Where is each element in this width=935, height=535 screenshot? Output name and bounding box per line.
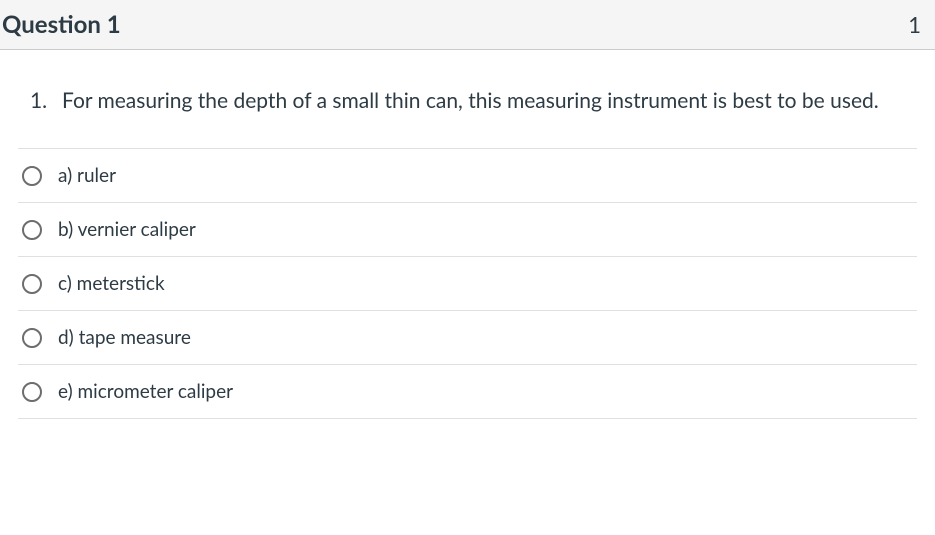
question-title: Question 1: [2, 10, 121, 39]
question-stem: 1. For measuring the depth of a small th…: [18, 86, 917, 116]
question-header: Question 1 1: [0, 0, 935, 50]
question-stem-number: 1.: [30, 86, 56, 116]
answer-label: e) micrometer caliper: [58, 380, 233, 403]
radio-icon[interactable]: [22, 328, 42, 348]
answer-label: c) meterstick: [58, 272, 165, 295]
answer-option-d[interactable]: d) tape measure: [18, 310, 917, 364]
answer-option-c[interactable]: c) meterstick: [18, 256, 917, 310]
answer-label: a) ruler: [58, 164, 116, 187]
question-body: 1. For measuring the depth of a small th…: [0, 50, 935, 419]
radio-icon[interactable]: [22, 274, 42, 294]
question-points: 1: [908, 11, 921, 38]
answer-option-b[interactable]: b) vernier caliper: [18, 202, 917, 256]
question-stem-text: For measuring the depth of a small thin …: [62, 86, 917, 116]
radio-icon[interactable]: [22, 220, 42, 240]
answer-label: d) tape measure: [58, 326, 191, 349]
answer-label: b) vernier caliper: [58, 218, 196, 241]
answers-list: a) ruler b) vernier caliper c) meterstic…: [18, 148, 917, 419]
answer-option-a[interactable]: a) ruler: [18, 148, 917, 202]
radio-icon[interactable]: [22, 166, 42, 186]
radio-icon[interactable]: [22, 382, 42, 402]
answer-option-e[interactable]: e) micrometer caliper: [18, 364, 917, 419]
